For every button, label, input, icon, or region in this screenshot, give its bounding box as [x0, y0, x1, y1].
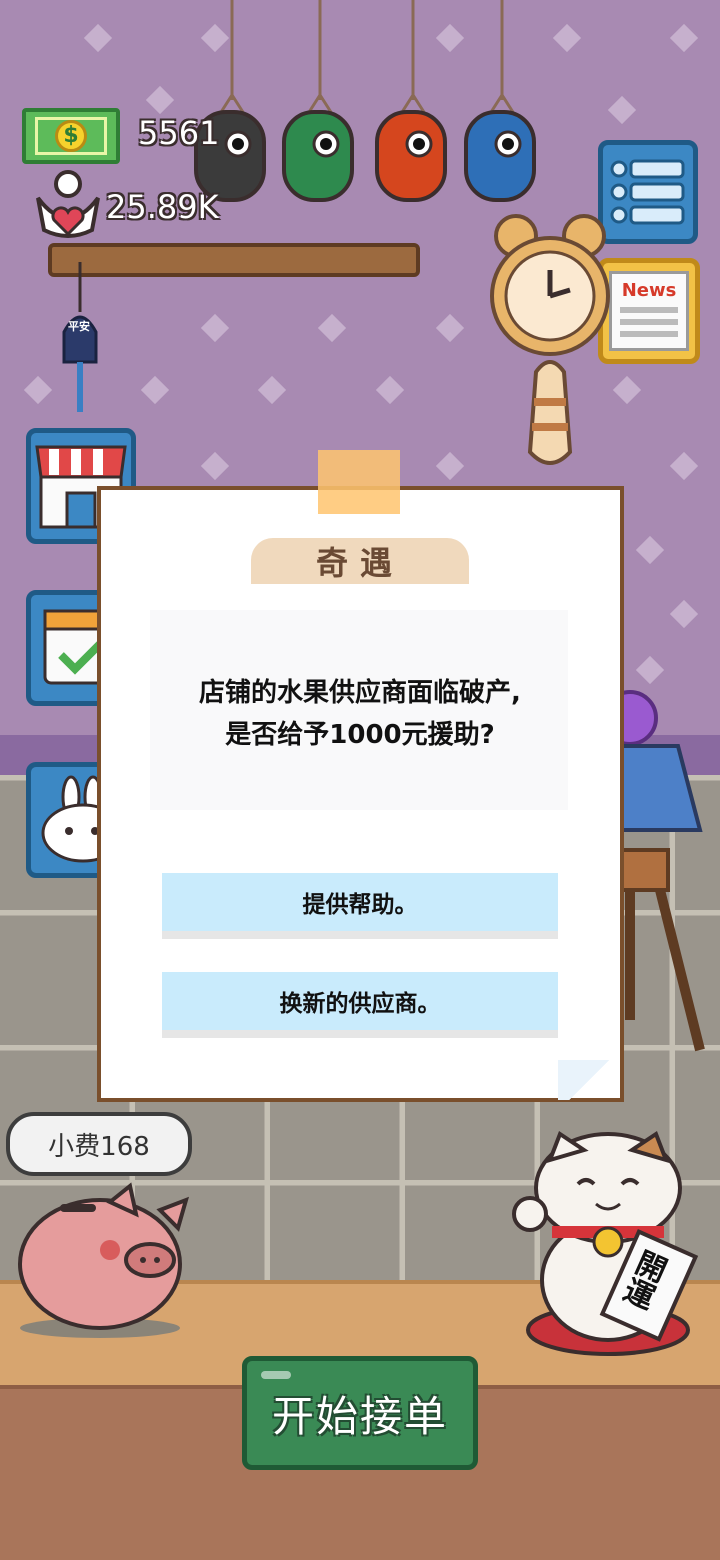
fans-count: 25.89K [106, 188, 219, 226]
bear-clock-decoration [490, 214, 610, 465]
option-new-supplier-button[interactable]: 换新的供应商。 [162, 972, 558, 1038]
lucky-cat-icon[interactable] [508, 1130, 708, 1360]
start-orders-label: 开始接单 [271, 1391, 448, 1441]
dialog-question: 店铺的水果供应商面临破产, 是否给予1000元援助? [130, 672, 590, 756]
option-provide-help-button[interactable]: 提供帮助。 [162, 873, 558, 939]
charm-text: 平安 [68, 320, 90, 333]
piggy-bank-icon[interactable] [10, 1180, 200, 1340]
paper-tape [318, 450, 400, 514]
menu-list-button[interactable] [598, 140, 698, 244]
question-line-2: 是否给予1000元援助? [225, 720, 495, 750]
dollar-bill-icon: $ [22, 108, 120, 164]
tip-counter-bubble[interactable]: 小费168 [6, 1112, 192, 1176]
koi-streamers-decoration [194, 0, 536, 202]
start-orders-button[interactable]: 开始接单 [242, 1356, 478, 1470]
page-curl [558, 1060, 620, 1100]
money-count: 5561 [138, 114, 220, 152]
lucky-charm-decoration [62, 262, 98, 412]
dialog-title: 奇遇 [251, 538, 469, 584]
news-button[interactable]: News [598, 258, 700, 364]
question-line-1: 店铺的水果供应商面临破产, [199, 678, 521, 708]
list-icon [610, 159, 685, 225]
heart-person-icon [36, 170, 100, 238]
newspaper-icon: News [609, 271, 689, 351]
news-label: News [621, 280, 677, 301]
button-shine [261, 1371, 291, 1379]
